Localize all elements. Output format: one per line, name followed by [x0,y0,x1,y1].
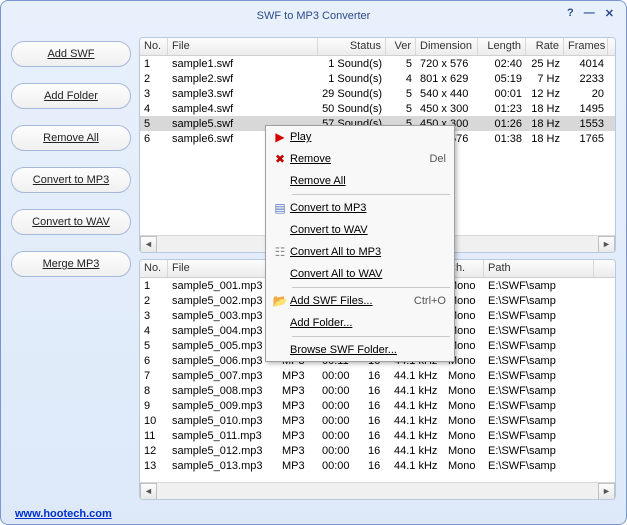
ctx-browse-folder[interactable]: Browse SWF Folder... [266,339,454,361]
ctx-convert-mp3[interactable]: ▤ Convert to MP3 [266,197,454,219]
table-row[interactable]: 2sample2.swf1 Sound(s)4801 x 62905:197 H… [140,71,615,86]
convert-mp3-button[interactable]: Convert to MP3 [11,167,131,193]
add-folder-label: Add Folder [44,90,98,102]
merge-mp3-label: Merge MP3 [43,258,100,270]
table-row[interactable]: 11sample5_011.mp3MP300:001644.1 kHzMonoE… [140,428,615,443]
ctx-separator [292,336,450,337]
ctx-remove-shortcut: Del [429,153,446,165]
scroll-right-icon[interactable]: ► [598,483,615,500]
scroll-left-icon[interactable]: ◄ [140,236,157,253]
table-row[interactable]: 9sample5_009.mp3MP300:001644.1 kHzMonoE:… [140,398,615,413]
remove-icon: ✖ [270,152,290,166]
titlebar: SWF to MP3 Converter ? — ✕ [1,1,626,31]
minimize-icon[interactable]: — [584,7,595,20]
col-rate[interactable]: Rate [526,38,564,55]
table-row[interactable]: 4sample4.swf50 Sound(s)5450 x 30001:2318… [140,101,615,116]
document-icon: ▤ [270,201,290,215]
swf-table-header: No. File Status Ver Dimension Length Rat… [140,38,615,56]
ctx-play-label: Play [290,131,446,143]
table-row[interactable]: 13sample5_013.mp3MP300:001644.1 kHzMonoE… [140,458,615,473]
col-no[interactable]: No. [140,38,168,55]
table-row[interactable]: 3sample3.swf29 Sound(s)5540 x 44000:0112… [140,86,615,101]
add-folder-button[interactable]: Add Folder [11,83,131,109]
window-title: SWF to MP3 Converter [257,10,371,22]
ctx-convert-all-wav-label: Convert All to WAV [290,268,446,280]
col-frames[interactable]: Frames [564,38,608,55]
merge-mp3-button[interactable]: Merge MP3 [11,251,131,277]
ctx-add-swf[interactable]: 📂 Add SWF Files... Ctrl+O [266,290,454,312]
table-row[interactable]: 7sample5_007.mp3MP300:001644.1 kHzMonoE:… [140,368,615,383]
output-hscroll[interactable]: ◄ ► [140,482,615,499]
ctx-remove-all[interactable]: Remove All [266,170,454,192]
sidebar: Add SWF Add Folder Remove All Convert to… [11,37,131,500]
ctx-convert-all-wav[interactable]: Convert All to WAV [266,263,454,285]
ctx-remove[interactable]: ✖ Remove Del [266,148,454,170]
app-window: SWF to MP3 Converter ? — ✕ Add SWF Add F… [0,0,627,525]
ctx-remove-label: Remove [290,153,429,165]
ctx-separator [292,287,450,288]
stack-icon: ☷ [270,245,290,259]
table-row[interactable]: 8sample5_008.mp3MP300:001644.1 kHzMonoE:… [140,383,615,398]
col-status[interactable]: Status [318,38,386,55]
folder-open-icon: 📂 [270,294,290,308]
add-swf-button[interactable]: Add SWF [11,41,131,67]
remove-all-button[interactable]: Remove All [11,125,131,151]
ctx-convert-all-mp3-label: Convert All to MP3 [290,246,446,258]
ctx-remove-all-label: Remove All [290,175,446,187]
ctx-add-folder[interactable]: Add Folder... [266,312,454,334]
ctx-convert-wav-label: Convert to WAV [290,224,446,236]
ctx-convert-all-mp3[interactable]: ☷ Convert All to MP3 [266,241,454,263]
footer-link[interactable]: www.hootech.com [15,508,112,520]
ctx-convert-mp3-label: Convert to MP3 [290,202,446,214]
convert-wav-label: Convert to WAV [32,216,110,228]
window-controls: ? — ✕ [567,7,614,20]
help-icon[interactable]: ? [567,7,574,20]
ctx-browse-label: Browse SWF Folder... [290,344,446,356]
table-row[interactable]: 12sample5_012.mp3MP300:001644.1 kHzMonoE… [140,443,615,458]
col-file[interactable]: File [168,38,318,55]
convert-mp3-label: Convert to MP3 [33,174,109,186]
scroll-left-icon[interactable]: ◄ [140,483,157,500]
add-swf-label: Add SWF [47,48,94,60]
ctx-add-folder-label: Add Folder... [290,317,446,329]
ctx-separator [292,194,450,195]
table-row[interactable]: 10sample5_010.mp3MP300:001644.1 kHzMonoE… [140,413,615,428]
col2-path[interactable]: Path [484,260,594,277]
convert-wav-button[interactable]: Convert to WAV [11,209,131,235]
col2-no[interactable]: No. [140,260,168,277]
scroll-right-icon[interactable]: ► [598,236,615,253]
content-area: No. File Status Ver Dimension Length Rat… [139,37,616,500]
ctx-add-swf-label: Add SWF Files... [290,295,414,307]
ctx-convert-wav[interactable]: Convert to WAV [266,219,454,241]
col-ver[interactable]: Ver [386,38,416,55]
col-length[interactable]: Length [478,38,526,55]
col2-file[interactable]: File [168,260,278,277]
main-area: Add SWF Add Folder Remove All Convert to… [1,31,626,508]
remove-all-label: Remove All [43,132,99,144]
footer: www.hootech.com [1,508,626,524]
play-icon: ▶ [270,130,290,144]
context-menu: ▶ Play ✖ Remove Del Remove All ▤ Convert… [265,125,455,362]
table-row[interactable]: 1sample1.swf1 Sound(s)5720 x 57602:4025 … [140,56,615,71]
ctx-play[interactable]: ▶ Play [266,126,454,148]
col-dimension[interactable]: Dimension [416,38,478,55]
ctx-add-swf-shortcut: Ctrl+O [414,295,446,307]
close-icon[interactable]: ✕ [605,7,614,20]
